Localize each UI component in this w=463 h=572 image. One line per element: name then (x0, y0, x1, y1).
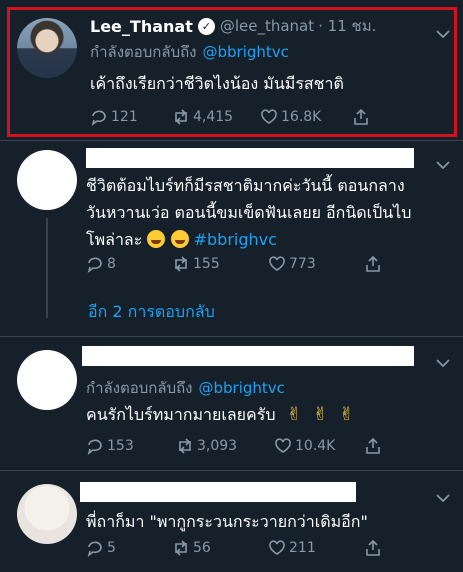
retweet-count: 4,415 (193, 109, 234, 125)
victory-hand-emoji-icon: ✌ (286, 404, 302, 425)
replying-prefix: กำลังตอบกลับถึง (90, 43, 197, 61)
tweet-text-tail: โพล่าละ (86, 230, 143, 249)
like-button[interactable]: 773 (268, 255, 364, 273)
like-button[interactable]: 16.8K (260, 108, 352, 126)
retweet-icon (179, 438, 191, 454)
reply-count: 8 (107, 256, 116, 272)
tweet-text: พี่ถาก็มา "พากูกระวนกระวายกว่าเดิมอีก" (86, 512, 368, 531)
retweet-button[interactable]: 56 (172, 539, 268, 557)
display-name[interactable]: Lee_Thanat (90, 17, 193, 36)
share-icon (366, 437, 380, 454)
retweet-icon (175, 540, 187, 556)
heart-icon (269, 540, 285, 555)
retweet-count: 155 (193, 256, 220, 272)
retweet-button[interactable]: 4,415 (172, 108, 260, 126)
reply-count: 153 (107, 438, 134, 454)
heart-icon (275, 438, 291, 453)
verified-badge-icon: ✓ (197, 17, 215, 35)
share-icon (366, 539, 380, 556)
reply-icon (87, 439, 102, 455)
like-count: 10.4K (295, 438, 336, 454)
like-button[interactable]: 10.4K (274, 437, 364, 455)
tweet-actions: 121 4,415 16.8K (90, 108, 373, 126)
divider (0, 470, 463, 471)
mention-link[interactable]: @bbrightvc (199, 379, 285, 397)
share-button[interactable] (352, 108, 373, 126)
reply-button[interactable]: 121 (90, 108, 172, 126)
tweet-text-line: วันหวานเว่อ ตอนนี้ขมเข็ดฟันเลยย อีกนิดเป… (86, 203, 412, 222)
like-count: 16.8K (281, 109, 322, 125)
tweet-actions: 5 56 211 (86, 539, 385, 557)
share-button[interactable] (364, 539, 385, 557)
tweet-text: คนรักไบร์ทมากมายเลยครับ ✌ ✌ ✌ (86, 401, 354, 428)
avatar[interactable] (17, 150, 77, 210)
mention-link[interactable]: @bbrightvc (203, 43, 289, 61)
like-count: 773 (289, 256, 316, 272)
share-icon (354, 108, 368, 125)
reply-icon (91, 110, 106, 126)
crying-emoji-icon (147, 230, 166, 248)
chevron-down-icon[interactable] (436, 24, 450, 39)
chevron-down-icon[interactable] (436, 155, 450, 170)
retweet-count: 3,093 (197, 438, 238, 454)
reply-button[interactable]: 8 (86, 255, 172, 273)
redacted-name (82, 346, 414, 366)
timestamp[interactable]: · 11 ชม. (318, 14, 376, 38)
tweet-text: เค้าถึงเรียกว่าชีวิตไงน้อง มันมีรสชาติ (90, 74, 344, 93)
replying-prefix: กำลังตอบกลับถึง (86, 379, 193, 397)
share-button[interactable] (364, 255, 385, 273)
reply-count: 121 (111, 109, 138, 125)
reply-count: 5 (107, 540, 116, 556)
chevron-down-icon[interactable] (436, 488, 450, 503)
retweet-icon (175, 109, 187, 125)
reply-icon (87, 541, 102, 557)
thread-line (46, 218, 48, 318)
reply-button[interactable]: 5 (86, 539, 172, 557)
replying-to: กำลังตอบกลับถึง @bbrightvc (86, 376, 285, 400)
hashtag-link[interactable]: #bbrighvc (194, 230, 277, 249)
heart-icon (261, 109, 277, 124)
retweet-count: 56 (193, 540, 211, 556)
tweet-text: ชีวิตต้อมไบร์ทก็มีรสชาติมากค่ะวันนี้ ตอน… (86, 172, 456, 253)
like-button[interactable]: 211 (268, 539, 364, 557)
victory-hand-emoji-icon: ✌ (312, 404, 328, 425)
like-count: 211 (289, 540, 316, 556)
tweet-text-line-3: โพล่าละ #bbrighvc (86, 226, 456, 253)
crying-emoji-icon (170, 230, 189, 248)
heart-icon (269, 256, 285, 271)
avatar[interactable] (17, 350, 77, 410)
divider (0, 140, 463, 141)
victory-hand-emoji-icon: ✌ (338, 404, 355, 425)
redacted-name (86, 148, 414, 168)
handle[interactable]: @lee_thanat (220, 17, 314, 35)
tweet-text-line: ชีวิตต้อมไบร์ทก็มีรสชาติมากค่ะวันนี้ ตอน… (86, 176, 405, 195)
show-more-replies-link[interactable]: อีก 2 การตอบกลับ (88, 300, 215, 325)
reply-button[interactable]: 153 (86, 437, 176, 455)
avatar[interactable] (17, 484, 77, 544)
share-icon (366, 255, 380, 272)
divider (0, 336, 463, 337)
reply-icon (87, 257, 102, 273)
replying-to: กำลังตอบกลับถึง @bbrightvc (90, 40, 289, 64)
tweet-header: Lee_Thanat ✓ @lee_thanat · 11 ชม. (90, 14, 376, 38)
retweet-button[interactable]: 155 (172, 255, 268, 273)
chevron-down-icon[interactable] (436, 353, 450, 368)
retweet-icon (175, 256, 187, 272)
tweet-actions: 8 155 773 (86, 255, 385, 273)
tweet-text-content: คนรักไบร์ทมากมายเลยครับ (86, 405, 276, 424)
retweet-button[interactable]: 3,093 (176, 437, 274, 455)
share-button[interactable] (364, 437, 385, 455)
redacted-name (80, 482, 356, 502)
tweet-actions: 153 3,093 10.4K (86, 437, 385, 455)
avatar[interactable] (17, 18, 77, 78)
